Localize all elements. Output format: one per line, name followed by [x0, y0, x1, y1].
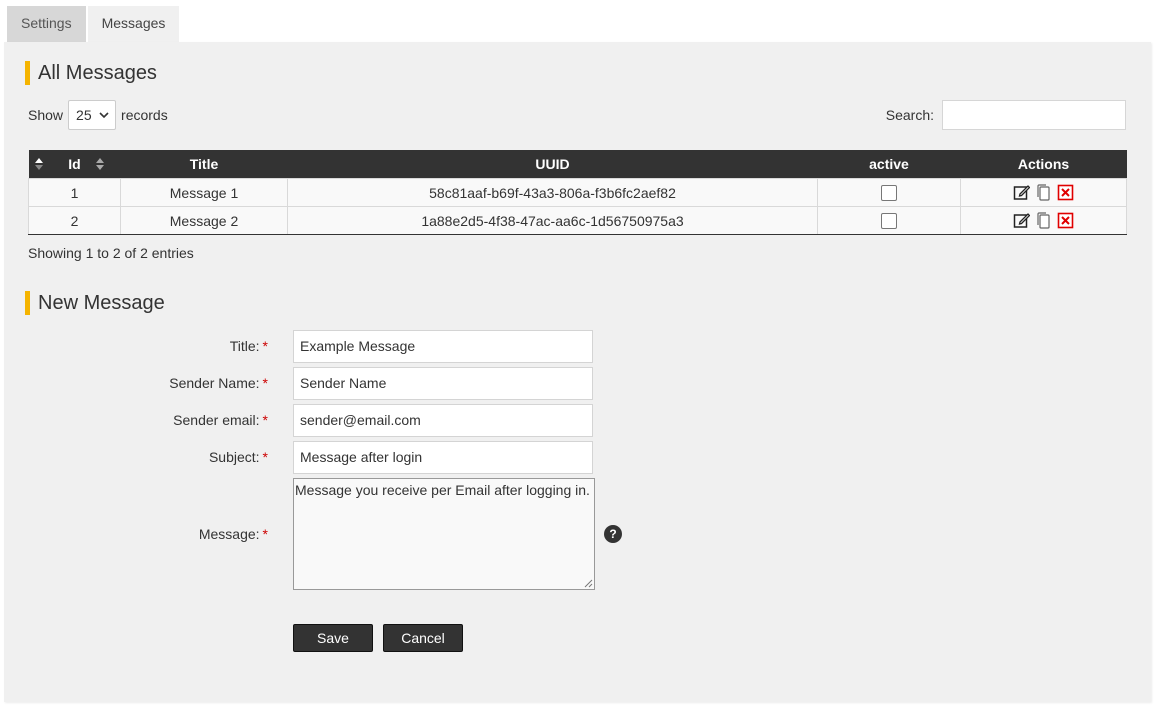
cell-title: Message 1 — [120, 178, 288, 207]
help-icon[interactable]: ? — [604, 525, 622, 543]
table-row: 2 Message 2 1a88e2d5-4f38-47ac-aa6c-1d56… — [28, 206, 1127, 235]
sort-asc-icon — [34, 158, 43, 170]
title-field[interactable]: Example Message — [293, 330, 593, 363]
cell-title: Message 2 — [120, 206, 288, 235]
subject-field[interactable]: Message after login — [293, 441, 593, 474]
cancel-button[interactable]: Cancel — [383, 624, 463, 652]
column-header-actions: Actions — [960, 150, 1127, 179]
cell-uuid: 58c81aaf-b69f-43a3-806a-f3b6fc2aef82 — [287, 178, 818, 207]
cell-actions — [960, 178, 1127, 207]
field-label-subject: Subject: * — [208, 449, 268, 465]
table-info: Showing 1 to 2 of 2 entries — [28, 245, 194, 261]
required-marker: * — [262, 375, 268, 391]
new-message-title: New Message — [25, 291, 165, 315]
copy-icon[interactable] — [1035, 184, 1052, 201]
copy-icon[interactable] — [1035, 212, 1052, 229]
page-size-select[interactable]: 25 — [68, 100, 117, 130]
show-label: Show — [28, 107, 64, 123]
save-button[interactable]: Save — [293, 624, 373, 652]
column-label-actions: Actions — [1017, 156, 1070, 172]
form-row-sender-email: Sender email: * sender@email.com — [4, 404, 604, 437]
chevron-down-icon — [99, 111, 109, 118]
tab-bar: Settings Messages — [7, 6, 180, 42]
search-control: Search: — [886, 100, 1126, 130]
message-textarea[interactable]: Message you receive per Email after logg… — [293, 478, 595, 590]
delete-icon[interactable] — [1057, 184, 1074, 201]
records-label: records — [121, 107, 168, 123]
row-actions — [1013, 184, 1074, 201]
search-label: Search: — [885, 107, 934, 123]
required-marker: * — [262, 412, 268, 428]
form-row-title: Title: * Example Message — [4, 330, 604, 363]
active-checkbox[interactable] — [881, 213, 897, 230]
required-marker: * — [262, 526, 268, 542]
messages-table: Id Title UUID active Actions 1 Message 1… — [28, 150, 1127, 235]
required-marker: * — [262, 338, 268, 354]
column-label-active: active — [869, 156, 909, 172]
column-header-uuid[interactable]: UUID — [287, 150, 818, 179]
form-row-sender-name: Sender Name: * Sender Name — [4, 367, 604, 400]
search-input[interactable] — [942, 100, 1126, 130]
edit-icon[interactable] — [1013, 184, 1030, 201]
edit-icon[interactable] — [1013, 212, 1030, 229]
column-label-uuid: UUID — [535, 156, 570, 172]
message-text: Message you receive per Email after logg… — [295, 482, 590, 498]
active-checkbox[interactable] — [881, 185, 897, 202]
column-label-id: Id — [68, 156, 81, 172]
table-header-row: Id Title UUID active Actions — [28, 150, 1127, 179]
field-label-message: Message: * — [198, 526, 268, 542]
sender-email-field[interactable]: sender@email.com — [293, 404, 593, 437]
sort-icon — [95, 158, 104, 170]
cell-id: 1 — [28, 178, 121, 207]
column-header-active[interactable]: active — [817, 150, 976, 179]
tab-messages[interactable]: Messages — [87, 6, 180, 42]
required-marker: * — [262, 449, 268, 465]
page-size-value: 25 — [76, 107, 92, 123]
field-label-sender-name: Sender Name: * — [169, 375, 268, 391]
cell-actions — [960, 206, 1127, 235]
table-row: 1 Message 1 58c81aaf-b69f-43a3-806a-f3b6… — [28, 178, 1127, 207]
form-row-subject: Subject: * Message after login — [4, 441, 604, 474]
field-label-title: Title: * — [229, 338, 268, 354]
column-header-title[interactable]: Title — [120, 150, 297, 179]
column-header-id[interactable]: Id — [28, 150, 121, 179]
sender-name-field[interactable]: Sender Name — [293, 367, 593, 400]
cell-uuid: 1a88e2d5-4f38-47ac-aa6c-1d56750975a3 — [287, 206, 818, 235]
delete-icon[interactable] — [1057, 212, 1074, 229]
cell-active — [817, 178, 961, 207]
field-label-sender-email: Sender email: * — [173, 412, 268, 428]
row-actions — [1013, 212, 1074, 229]
page-size-control: Show 25 records — [28, 100, 168, 130]
column-label-title: Title — [189, 156, 219, 172]
tab-settings[interactable]: Settings — [7, 6, 86, 42]
all-messages-title: All Messages — [25, 61, 157, 85]
messages-panel: All Messages Show 25 records Search: Id … — [4, 42, 1151, 702]
cell-active — [817, 206, 961, 235]
resize-handle-icon[interactable] — [583, 578, 593, 588]
cell-id: 2 — [28, 206, 121, 235]
